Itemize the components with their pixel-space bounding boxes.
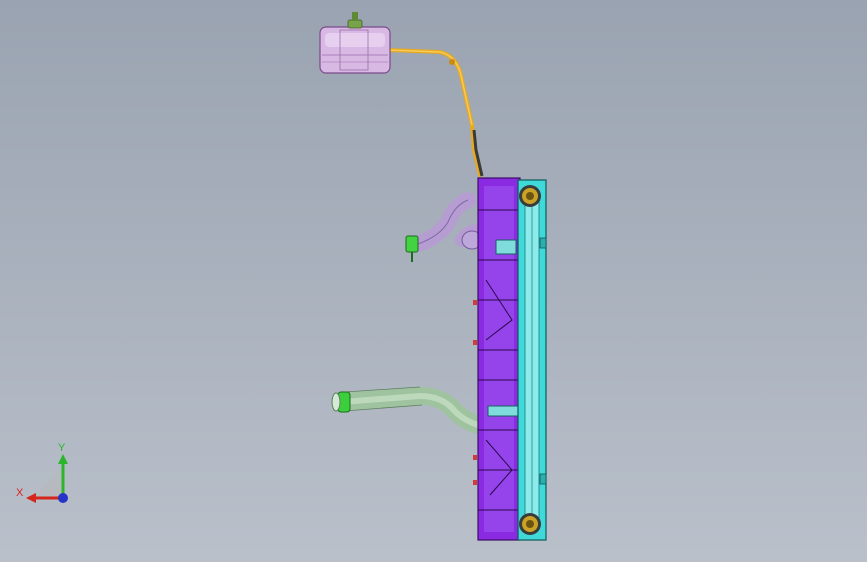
coordinate-triad: Y X <box>14 440 84 510</box>
upper-hose-clamp[interactable] <box>405 235 419 262</box>
lower-hose[interactable] <box>333 386 487 434</box>
expansion-tank[interactable] <box>319 12 391 74</box>
x-axis-label: X <box>16 487 24 499</box>
mount-bushing-top[interactable] <box>519 185 541 207</box>
overflow-hose[interactable] <box>386 48 482 177</box>
upper-hose[interactable] <box>410 192 492 252</box>
cad-3d-viewport[interactable]: Y X <box>0 0 867 562</box>
triad-xy-plane <box>34 466 62 498</box>
z-axis-dot <box>58 493 68 503</box>
radiator-core[interactable] <box>517 179 547 541</box>
mount-bushing-bottom[interactable] <box>519 513 541 535</box>
y-axis-label: Y <box>58 442 66 454</box>
radiator-assembly-model[interactable] <box>0 0 867 562</box>
lower-hose-clamp[interactable] <box>331 391 351 413</box>
radiator-tank-left[interactable] <box>473 177 521 541</box>
